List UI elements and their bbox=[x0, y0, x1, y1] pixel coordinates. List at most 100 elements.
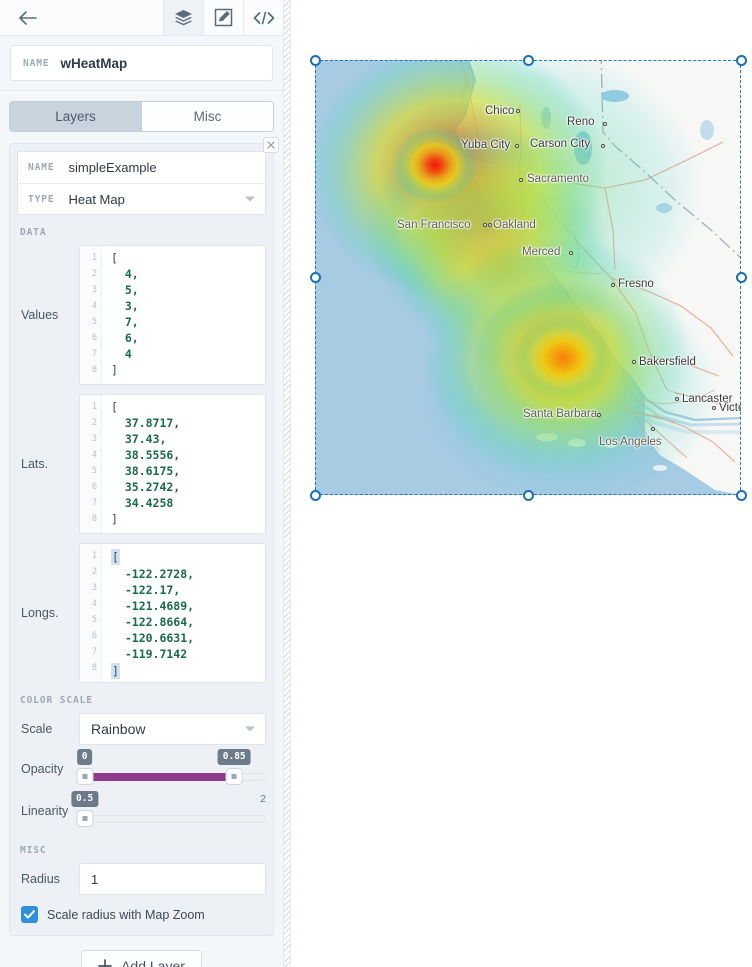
linearity-slider[interactable]: 0.5 2 bbox=[71, 791, 266, 831]
map-stage: Chico Reno Yuba City Carson City Sacramento S… bbox=[283, 0, 752, 967]
code-line: 35.2742, bbox=[111, 480, 181, 494]
resize-handle[interactable] bbox=[735, 489, 747, 501]
code-line: 6, bbox=[111, 331, 139, 345]
code-icon bbox=[253, 11, 274, 24]
code-icon-button[interactable] bbox=[243, 0, 283, 35]
linearity-row: Linearity 0.5 2 bbox=[17, 791, 266, 831]
code-line: 4, bbox=[111, 267, 139, 281]
line-number: 6 bbox=[91, 482, 97, 492]
line-number: 2 bbox=[91, 418, 97, 428]
layer-name-label: NAME bbox=[28, 162, 55, 173]
line-number: 3 bbox=[91, 285, 97, 295]
city-marker-icon bbox=[611, 283, 615, 287]
code-line: [ bbox=[111, 549, 120, 565]
line-number: 1 bbox=[91, 402, 97, 412]
code-line: [ bbox=[111, 251, 118, 265]
add-layer-label: Add Layer bbox=[121, 958, 185, 967]
line-number: 5 bbox=[91, 317, 97, 327]
close-icon bbox=[267, 141, 275, 149]
opacity-slider[interactable]: 0 0.85 bbox=[76, 749, 266, 789]
code-line: -120.6631, bbox=[111, 631, 195, 645]
lats-editor[interactable]: 1 2 3 4 5 6 7 8 [ 37.8717, 37.43, 38.5556, 38.6… bbox=[79, 394, 266, 534]
resize-handle[interactable] bbox=[309, 489, 321, 501]
city-marker-icon bbox=[675, 397, 679, 401]
city-label: Los Angeles bbox=[599, 436, 662, 448]
city-marker-icon bbox=[632, 360, 636, 364]
code-line: ] bbox=[111, 663, 120, 679]
widget-name-field[interactable]: NAME wHeatMap bbox=[10, 45, 273, 81]
linearity-label: Linearity bbox=[21, 804, 69, 818]
resize-handle[interactable] bbox=[309, 272, 321, 283]
map-graphic bbox=[315, 60, 741, 495]
widget-name-label: NAME bbox=[23, 57, 50, 69]
resize-handle[interactable] bbox=[522, 489, 534, 501]
close-layer-button[interactable] bbox=[263, 137, 279, 153]
resize-handle[interactable] bbox=[735, 54, 747, 66]
line-number: 6 bbox=[91, 631, 97, 641]
widget-name-value: wHeatMap bbox=[60, 55, 128, 71]
layer-type-row[interactable]: TYPE Heat Map bbox=[18, 183, 265, 214]
city-label: Chico bbox=[485, 105, 515, 117]
code-line: 38.5556, bbox=[111, 448, 181, 462]
layer-name-value: simpleExample bbox=[68, 160, 157, 175]
code-line: 3, bbox=[111, 299, 139, 313]
values-editor[interactable]: 1 2 3 4 5 6 7 8 [ 4, 5, 3, 7, 6, 4] bbox=[79, 245, 266, 385]
tab-layers-icon-button[interactable] bbox=[163, 0, 203, 35]
data-section-header: DATA bbox=[20, 227, 47, 238]
longs-editor[interactable]: 1 2 3 4 5 6 7 8 [ -122.2728, -122.17, -121.4689… bbox=[79, 543, 266, 683]
radius-label: Radius bbox=[21, 872, 60, 886]
back-button[interactable] bbox=[0, 0, 56, 35]
longs-code[interactable]: [ -122.2728, -122.17, -121.4689, -122.86… bbox=[102, 544, 265, 682]
city-marker-icon bbox=[519, 178, 523, 182]
code-line: -119.7142 bbox=[111, 647, 188, 661]
code-line: 34.4258 bbox=[111, 496, 174, 510]
resize-handle[interactable] bbox=[735, 272, 747, 283]
add-layer-wrap: Add Layer bbox=[9, 936, 274, 967]
radius-input[interactable]: 1 bbox=[79, 863, 266, 895]
scale-select[interactable]: Rainbow bbox=[79, 713, 266, 745]
tab-misc[interactable]: Misc bbox=[141, 102, 273, 131]
layer-name-row[interactable]: NAME simpleExample bbox=[18, 152, 265, 183]
map-canvas[interactable]: Chico Reno Yuba City Carson City Sacramento S… bbox=[315, 60, 741, 495]
panel-tabs: Layers Misc bbox=[9, 101, 274, 132]
code-line: 5, bbox=[111, 283, 139, 297]
line-number: 7 bbox=[91, 647, 97, 657]
linearity-track[interactable] bbox=[79, 815, 266, 823]
opacity-max-bubble: 0.85 bbox=[217, 749, 251, 765]
lats-editor-row: Lats. 1 2 3 4 5 6 7 8 [ 37.8717, 37.43, 38.5556… bbox=[17, 394, 266, 534]
resize-handle[interactable] bbox=[309, 54, 321, 66]
longs-editor-row: Longs. 1 2 3 4 5 6 7 8 [ -122.2728, -122.17, -1… bbox=[17, 543, 266, 683]
values-code[interactable]: [ 4, 5, 3, 7, 6, 4] bbox=[102, 246, 265, 384]
code-line: 4 bbox=[111, 347, 132, 361]
values-editor-row: Values 1 2 3 4 5 6 7 8 [ 4, 5, 3, 7, 6, 4] bbox=[17, 245, 266, 385]
scale-radius-checkbox[interactable] bbox=[21, 906, 38, 923]
arrow-left-icon bbox=[19, 10, 37, 25]
line-number: 8 bbox=[91, 365, 97, 375]
line-number: 7 bbox=[91, 349, 97, 359]
scale-label: Scale bbox=[21, 722, 53, 736]
panel-divider bbox=[283, 0, 291, 967]
code-line: ] bbox=[111, 512, 118, 526]
city-marker-icon bbox=[488, 223, 492, 227]
city-label: Reno bbox=[567, 116, 595, 128]
opacity-min-thumb[interactable] bbox=[76, 768, 94, 785]
lats-code[interactable]: [ 37.8717, 37.43, 38.5556, 38.6175, 35.2… bbox=[102, 395, 265, 533]
line-number: 2 bbox=[91, 269, 97, 279]
edit-icon-button[interactable] bbox=[203, 0, 243, 35]
top-toolbar bbox=[0, 0, 283, 36]
code-line: -122.2728, bbox=[111, 567, 195, 581]
line-number: 1 bbox=[91, 253, 97, 263]
thumb-grip bbox=[82, 816, 88, 821]
resize-handle[interactable] bbox=[522, 54, 534, 66]
opacity-max-thumb[interactable] bbox=[225, 768, 243, 785]
tab-layers[interactable]: Layers bbox=[10, 102, 141, 131]
add-layer-button[interactable]: Add Layer bbox=[81, 950, 202, 967]
longs-label: Longs. bbox=[21, 606, 59, 620]
linearity-thumb[interactable] bbox=[76, 810, 94, 827]
edit-icon bbox=[214, 8, 233, 27]
city-label: Bakersfield bbox=[639, 356, 696, 368]
line-number: 4 bbox=[91, 301, 97, 311]
city-marker-icon bbox=[712, 406, 716, 410]
misc-section-header: MISC bbox=[20, 845, 47, 856]
city-marker-icon bbox=[651, 427, 655, 431]
